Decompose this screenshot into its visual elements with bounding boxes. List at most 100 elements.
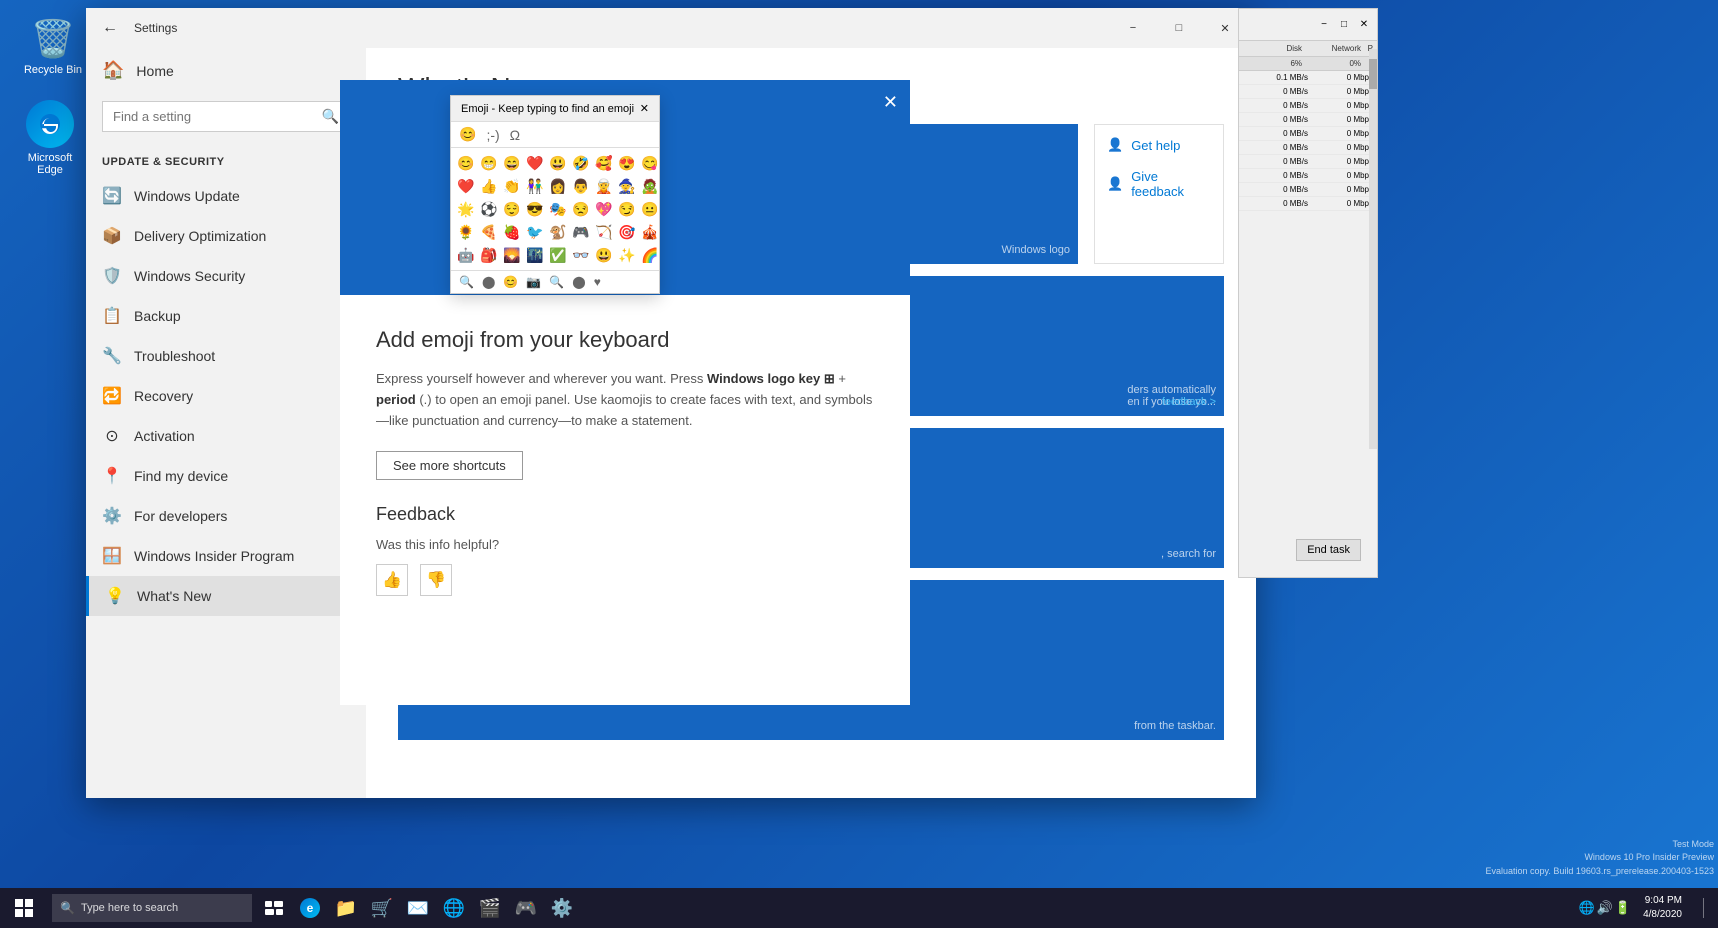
give-feedback-link[interactable]: 👤 Give feedback <box>1107 169 1211 199</box>
emoji-cell[interactable]: 🧝 <box>593 175 615 197</box>
task-mgr-maximize-btn[interactable]: □ <box>1335 16 1353 34</box>
taskbar-search[interactable]: 🔍 Type here to search <box>52 894 252 922</box>
taskbar-edge-icon[interactable]: e <box>292 888 328 928</box>
emoji-cell[interactable]: 🐒 <box>547 221 569 243</box>
task-mgr-minimize-btn[interactable]: − <box>1315 16 1333 34</box>
sidebar-item-for-developers[interactable]: ⚙️ For developers <box>86 496 366 536</box>
emoji-cell[interactable]: 🎯 <box>616 221 638 243</box>
emoji-bottom-camera[interactable]: 📷 <box>526 275 541 289</box>
emoji-cell[interactable]: 🥰 <box>593 152 615 174</box>
emoji-cell[interactable]: 🌻 <box>455 221 477 243</box>
sidebar-item-recovery[interactable]: 🔁 Recovery <box>86 376 366 416</box>
emoji-cell[interactable]: 😐 <box>639 198 661 220</box>
emoji-cell[interactable]: 🎒 <box>478 244 500 266</box>
start-button[interactable] <box>0 888 48 928</box>
emoji-cell[interactable]: 💖 <box>593 198 615 220</box>
sidebar-item-backup[interactable]: 📋 Backup <box>86 296 366 336</box>
get-help-link[interactable]: 👤 Get help <box>1107 137 1211 153</box>
emoji-cell[interactable]: 😍 <box>616 152 638 174</box>
taskbar-mail-icon[interactable]: ✉️ <box>400 888 436 928</box>
maximize-button[interactable]: □ <box>1156 12 1202 44</box>
emoji-cell[interactable]: ✅ <box>547 244 569 266</box>
emoji-cell[interactable]: 😁 <box>478 152 500 174</box>
task-view-button[interactable] <box>256 888 292 928</box>
end-task-btn[interactable]: End task <box>1296 539 1361 561</box>
thumbs-down-button[interactable]: 👎 <box>420 564 452 596</box>
sidebar-item-activation[interactable]: ⊙ Activation <box>86 416 366 456</box>
emoji-cell[interactable]: 😒 <box>570 198 592 220</box>
emoji-cell[interactable]: 👫 <box>524 175 546 197</box>
recycle-bin-icon[interactable]: 🗑️ Recycle Bin <box>18 18 88 76</box>
taskbar-clock[interactable]: 9:04 PM 4/8/2020 <box>1635 894 1690 922</box>
emoji-cell[interactable]: ⚽ <box>478 198 500 220</box>
emoji-cell[interactable]: 🤣 <box>570 152 592 174</box>
sidebar-item-delivery-optimization[interactable]: 📦 Delivery Optimization <box>86 216 366 256</box>
sidebar-item-windows-insider[interactable]: 🪟 Windows Insider Program <box>86 536 366 576</box>
minimize-button[interactable]: − <box>1110 12 1156 44</box>
emoji-cell[interactable]: 😃 <box>593 244 615 266</box>
emoji-cell[interactable]: 🌃 <box>524 244 546 266</box>
emoji-cell[interactable]: 😋 <box>639 152 661 174</box>
taskbar-file-explorer-icon[interactable]: 📁 <box>328 888 364 928</box>
show-desktop-button[interactable] <box>1690 888 1714 928</box>
sidebar-item-whats-new[interactable]: 💡 What's New <box>86 576 366 616</box>
search-box[interactable]: 🔍 <box>102 101 350 132</box>
emoji-cell[interactable]: 🧟 <box>639 175 661 197</box>
taskbar-media-icon[interactable]: 🎬 <box>472 888 508 928</box>
emoji-cell[interactable]: ❤️ <box>455 175 477 197</box>
emoji-cell[interactable]: 🎭 <box>547 198 569 220</box>
end-task-button[interactable]: End task <box>1288 531 1369 569</box>
emoji-cell[interactable]: 👨 <box>570 175 592 197</box>
search-input[interactable] <box>113 109 322 124</box>
emoji-tab-kaomoji[interactable]: ;-) <box>486 127 499 143</box>
taskbar-store-icon[interactable]: 🛒 <box>364 888 400 928</box>
emoji-bottom-dot[interactable]: ⬤ <box>572 275 585 289</box>
blue-modal-close-button[interactable]: ✕ <box>883 92 898 113</box>
taskbar-browser-icon[interactable]: 🌐 <box>436 888 472 928</box>
emoji-cell[interactable]: 😎 <box>524 198 546 220</box>
emoji-cell[interactable]: 😌 <box>501 198 523 220</box>
emoji-tab-smiley[interactable]: 😊 <box>459 126 476 143</box>
emoji-cell[interactable]: 🧙 <box>616 175 638 197</box>
emoji-cell[interactable]: 🍕 <box>478 221 500 243</box>
emoji-bottom-magnify[interactable]: 🔍 <box>549 275 564 289</box>
emoji-cell[interactable]: 😄 <box>501 152 523 174</box>
emoji-cell[interactable]: 🍓 <box>501 221 523 243</box>
emoji-cell[interactable]: 🌟 <box>455 198 477 220</box>
emoji-bottom-face[interactable]: 😊 <box>503 275 518 289</box>
emoji-cell[interactable]: 😊 <box>455 152 477 174</box>
emoji-cell[interactable]: 👩 <box>547 175 569 197</box>
thumbs-up-button[interactable]: 👍 <box>376 564 408 596</box>
emoji-picker-close-button[interactable]: ✕ <box>640 102 649 115</box>
emoji-cell[interactable]: ❤️ <box>524 152 546 174</box>
taskbar-xbox-icon[interactable]: 🎮 <box>508 888 544 928</box>
emoji-tab-symbols[interactable]: Ω <box>510 127 520 143</box>
emoji-cell[interactable]: 👓 <box>570 244 592 266</box>
taskbar-settings-icon[interactable]: ⚙️ <box>544 888 580 928</box>
emoji-bottom-heart[interactable]: ♥ <box>594 275 601 289</box>
emoji-cell[interactable]: 🌈 <box>639 244 661 266</box>
emoji-cell[interactable]: 🌄 <box>501 244 523 266</box>
emoji-cell[interactable]: 🐦 <box>524 221 546 243</box>
emoji-cell[interactable]: 🏹 <box>593 221 615 243</box>
sidebar-item-windows-update[interactable]: 🔄 Windows Update <box>86 176 366 216</box>
task-mgr-close-btn[interactable]: ✕ <box>1355 16 1373 34</box>
emoji-cell[interactable]: ✨ <box>616 244 638 266</box>
sidebar-item-windows-security[interactable]: 🛡️ Windows Security <box>86 256 366 296</box>
feedback-link[interactable]: feedback > <box>1154 388 1224 416</box>
emoji-cell[interactable]: 😃 <box>547 152 569 174</box>
emoji-cell[interactable]: 🎪 <box>639 221 661 243</box>
sidebar-item-troubleshoot[interactable]: 🔧 Troubleshoot <box>86 336 366 376</box>
emoji-bottom-circle[interactable]: ⬤ <box>482 275 495 289</box>
emoji-cell[interactable]: 🤖 <box>455 244 477 266</box>
emoji-cell[interactable]: 👏 <box>501 175 523 197</box>
sidebar-home[interactable]: 🏠 Home <box>86 48 366 93</box>
emoji-cell[interactable]: 👍 <box>478 175 500 197</box>
back-button[interactable]: ← <box>94 12 126 44</box>
emoji-cell[interactable]: 🎮 <box>570 221 592 243</box>
emoji-bottom-search[interactable]: 🔍 <box>459 275 474 289</box>
see-more-shortcuts-button[interactable]: See more shortcuts <box>376 451 523 480</box>
microsoft-edge-desktop-icon[interactable]: MicrosoftEdge <box>10 100 90 176</box>
sidebar-item-find-device[interactable]: 📍 Find my device <box>86 456 366 496</box>
emoji-cell[interactable]: 😏 <box>616 198 638 220</box>
